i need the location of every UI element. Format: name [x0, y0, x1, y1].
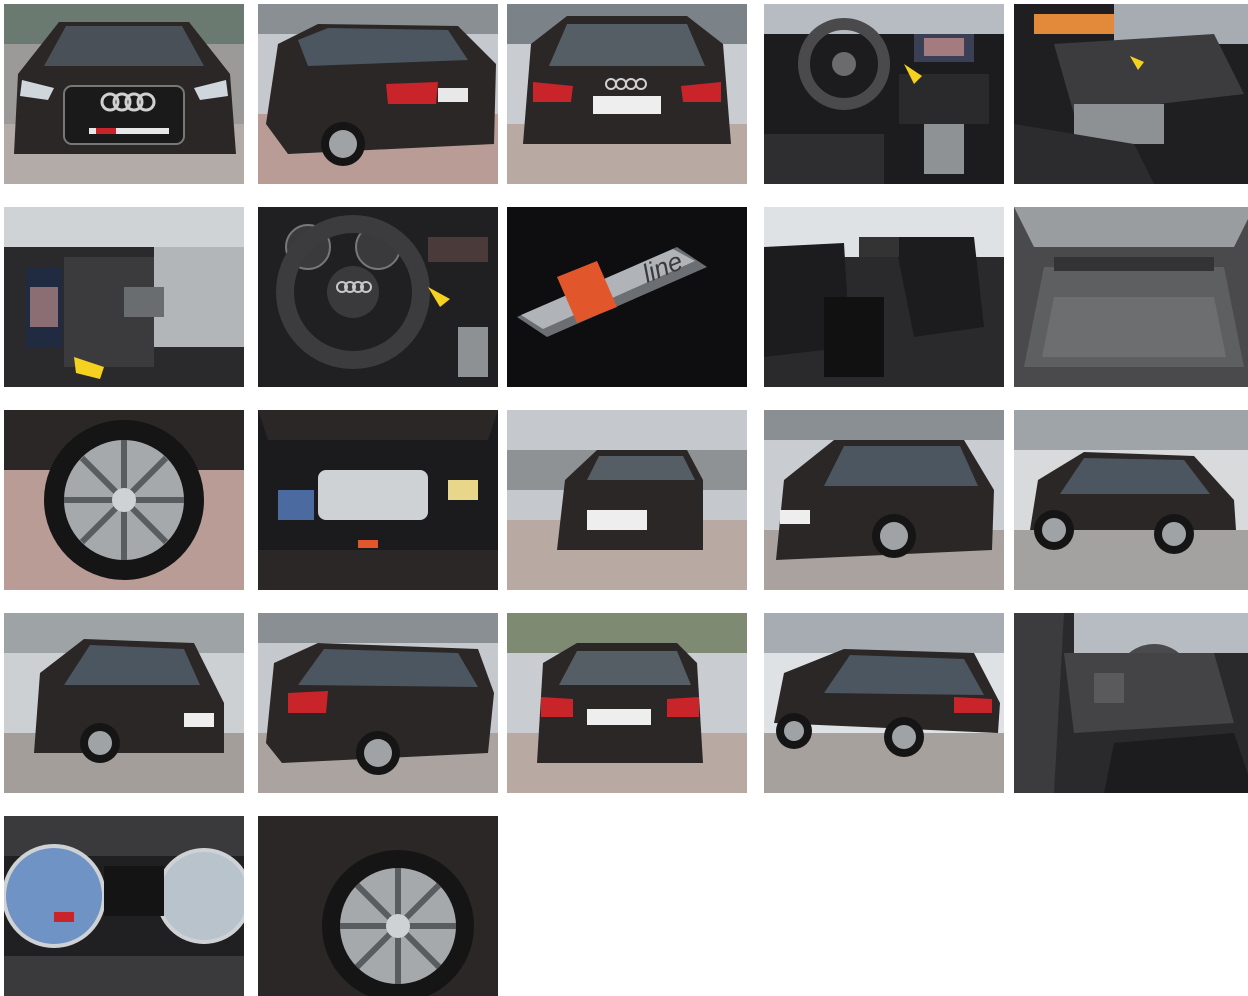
photo-gallery: line — [0, 0, 1248, 996]
photo-thumbnail-rear-quarter-yard[interactable] — [258, 613, 498, 793]
photo-thumbnail-front-quarter-sunny[interactable] — [764, 410, 1004, 590]
photo-thumbnail-interior-door-open[interactable] — [1014, 613, 1248, 793]
photo-thumbnail-side-profile[interactable] — [1014, 410, 1248, 590]
photo-thumbnail-engine-bay[interactable] — [258, 410, 498, 590]
photo-thumbnail-front-quarter-yard[interactable] — [4, 613, 244, 793]
photo-thumbnail-steering-wheel[interactable] — [258, 207, 498, 387]
photo-thumbnail-interior-side[interactable] — [1014, 4, 1248, 184]
photo-thumbnail-rear-yard[interactable] — [507, 613, 747, 793]
photo-thumbnail-center-console[interactable] — [4, 207, 244, 387]
photo-thumbnail-instrument-cluster[interactable] — [4, 816, 244, 996]
photo-thumbnail-front-yard[interactable] — [507, 410, 747, 590]
photo-thumbnail-front-seats[interactable] — [764, 207, 1004, 387]
photo-thumbnail-rear-quarter[interactable] — [258, 4, 498, 184]
photo-thumbnail-s-line-badge[interactable]: line — [507, 207, 747, 387]
photo-thumbnail-front[interactable] — [4, 4, 244, 184]
photo-thumbnail-side-yard[interactable] — [764, 613, 1004, 793]
photo-thumbnail-rear[interactable] — [507, 4, 747, 184]
photo-thumbnail-dashboard[interactable] — [764, 4, 1004, 184]
photo-thumbnail-cargo-area[interactable] — [1014, 207, 1248, 387]
photo-thumbnail-wheel-closeup[interactable] — [258, 816, 498, 996]
photo-thumbnail-wheel[interactable] — [4, 410, 244, 590]
